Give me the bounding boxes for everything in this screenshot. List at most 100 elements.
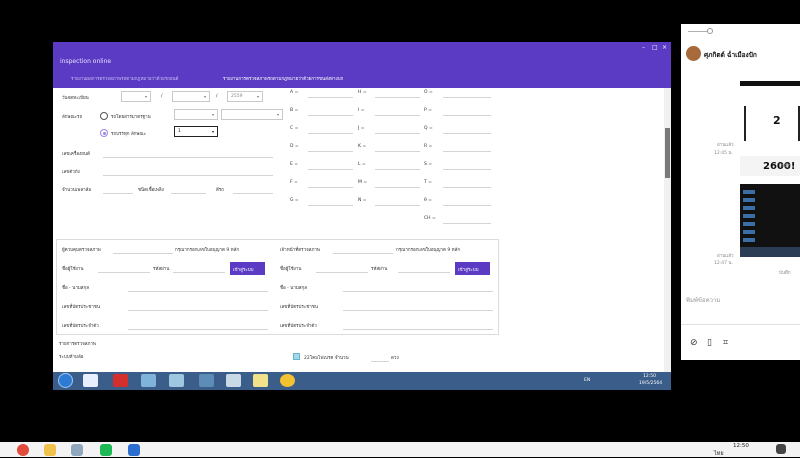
measure-t-input[interactable] xyxy=(443,187,491,188)
tab-car-report[interactable]: รายงานผลการตรวจสภาพรถตามกฎหมายว่าด้วยรถย… xyxy=(71,75,178,82)
measure-s-input[interactable] xyxy=(443,169,491,170)
fuel-input[interactable] xyxy=(171,193,206,194)
measure-l-input[interactable] xyxy=(375,169,420,170)
app-logo-icon[interactable] xyxy=(280,374,295,387)
inspector-right-fullname-input[interactable] xyxy=(343,291,493,292)
screenshot-taskbar xyxy=(740,247,800,257)
standard-subtype-select[interactable]: ▾ xyxy=(221,109,283,120)
inspector-left-label: ผู้ควบคุมตรวจสภาพ xyxy=(62,248,101,253)
anydesk-icon[interactable] xyxy=(113,374,128,387)
chat-image-1[interactable]: 2 2600! xyxy=(740,81,800,176)
inspector-left-login-button[interactable]: เข้าสู่ระบบ xyxy=(230,262,265,275)
measure-d-input[interactable] xyxy=(308,151,353,152)
attach-icon[interactable]: ⊘ xyxy=(690,338,698,348)
radio-truck[interactable] xyxy=(100,129,108,137)
measure-f-label: F = xyxy=(290,180,298,185)
inspector-right-user-input[interactable] xyxy=(316,272,368,273)
measure-c-input[interactable] xyxy=(308,133,353,134)
chat-image-2[interactable] xyxy=(740,184,800,257)
chevron-down-icon: ▾ xyxy=(211,129,214,134)
start-button[interactable] xyxy=(58,373,73,388)
avatar[interactable] xyxy=(686,46,701,61)
measure-ch-label: CH = xyxy=(424,216,436,221)
reg-month-select[interactable]: ▾ xyxy=(172,91,210,102)
measure-m-input[interactable] xyxy=(375,187,420,188)
inspector-right-idcard-input[interactable] xyxy=(343,310,493,311)
file-explorer-icon[interactable] xyxy=(44,444,56,456)
notepad-icon[interactable] xyxy=(71,444,83,456)
measure-q-input[interactable] xyxy=(443,133,491,134)
measure-q-label: Q = xyxy=(424,126,433,131)
teamviewer-icon[interactable] xyxy=(83,374,98,387)
chrome-icon[interactable] xyxy=(17,444,29,456)
chassis-no-input[interactable] xyxy=(103,175,273,176)
inspector-left-idcard-input[interactable] xyxy=(128,310,268,311)
brake-light-label: 22โคมไฟเบรค จำนวน xyxy=(304,356,349,361)
truck-type-select[interactable]: 1 ▾ xyxy=(174,126,218,137)
message-input[interactable]: พิมพ์ข้อความ xyxy=(686,295,720,305)
chevron-down-icon: ▾ xyxy=(211,112,214,117)
standard-type-select[interactable]: ▾ xyxy=(174,109,218,120)
measure-r-input[interactable] xyxy=(443,151,491,152)
save-button-2[interactable]: บันทึก xyxy=(779,269,791,276)
fuel-label: ชนิดเชื้อเพลิง xyxy=(138,188,164,193)
inspector-right-pass-input[interactable] xyxy=(398,272,450,273)
contact-name[interactable]: ศุภกิตต์ ฉ่ำเมืองปัก xyxy=(704,50,757,60)
scrollbar-thumb[interactable] xyxy=(665,128,670,178)
measure-i-input[interactable] xyxy=(375,115,420,116)
zoom-slider-knob[interactable] xyxy=(707,28,713,34)
measure-b-input[interactable] xyxy=(308,115,353,116)
measure-a-input[interactable] xyxy=(308,97,353,98)
computer-icon[interactable] xyxy=(141,374,156,387)
notification-icon[interactable] xyxy=(776,444,786,454)
host-taskbar: 12:50 ไทย xyxy=(0,442,800,457)
close-button[interactable]: × xyxy=(662,44,667,51)
inspector-left-license-label: เลขที่บัตรประจำตัว xyxy=(62,324,99,329)
scrollbar[interactable] xyxy=(664,88,671,372)
measure-g-input[interactable] xyxy=(308,205,353,206)
maximize-button[interactable]: □ xyxy=(652,44,658,51)
measure-n-input[interactable] xyxy=(375,205,420,206)
folder-icon[interactable] xyxy=(253,374,268,387)
save-button-1[interactable]: บันทึก xyxy=(779,162,791,169)
measure-j-input[interactable] xyxy=(375,133,420,134)
chevron-down-icon: ▾ xyxy=(203,94,206,99)
measure-ch-input[interactable] xyxy=(443,223,491,224)
inspector-right-login-button[interactable]: เข้าสู่ระบบ xyxy=(455,262,490,275)
inspector-left-license-input[interactable] xyxy=(113,253,173,254)
chassis-no-label: เลขตัวถัง xyxy=(62,170,80,175)
paint-icon[interactable] xyxy=(226,374,241,387)
reg-year-select[interactable]: 2559 ▾ xyxy=(227,91,263,102)
measure-theta-input[interactable] xyxy=(443,205,491,206)
teamviewer-taskbar-icon[interactable] xyxy=(128,444,140,456)
inspector-left-fullname-input[interactable] xyxy=(128,291,268,292)
minimize-button[interactable]: – xyxy=(642,44,645,51)
engine-no-input[interactable] xyxy=(103,157,273,158)
wheels-input[interactable] xyxy=(103,193,133,194)
crop-icon[interactable]: ⌗ xyxy=(723,338,728,348)
measure-o-input[interactable] xyxy=(443,97,491,98)
reg-day-select[interactable]: ▾ xyxy=(121,91,151,102)
brake-light-count-input[interactable] xyxy=(371,361,389,362)
brake-light-checkbox[interactable] xyxy=(293,353,300,360)
measure-e-input[interactable] xyxy=(308,169,353,170)
measure-h-input[interactable] xyxy=(375,97,420,98)
color-input[interactable] xyxy=(233,193,273,194)
bookmark-icon[interactable]: ▯ xyxy=(707,338,712,348)
measure-p-input[interactable] xyxy=(443,115,491,116)
radio-standard-bus[interactable] xyxy=(100,112,108,120)
inspector-left-user-input[interactable] xyxy=(98,272,150,273)
inner-lang-indicator[interactable]: EN xyxy=(584,378,590,383)
inspector-right-license-no-input[interactable] xyxy=(343,329,493,330)
remote-desktop-window[interactable]: inspection online – □ × รายงานผลการตรวจส… xyxy=(53,42,671,390)
measure-k-input[interactable] xyxy=(375,151,420,152)
measure-f-input[interactable] xyxy=(308,187,353,188)
inspector-left-license-no-input[interactable] xyxy=(128,329,268,330)
inspector-right-license-input[interactable] xyxy=(333,253,393,254)
inspector-left-pass-input[interactable] xyxy=(173,272,225,273)
line-icon[interactable] xyxy=(100,444,112,456)
tab-transport-report[interactable]: รายงานการตรวจสภาพรถตามกฎหมายว่าด้วยการขน… xyxy=(223,75,343,82)
document-icon[interactable] xyxy=(169,374,184,387)
measure-j-label: J = xyxy=(358,126,365,131)
image-viewer-icon[interactable] xyxy=(199,374,214,387)
